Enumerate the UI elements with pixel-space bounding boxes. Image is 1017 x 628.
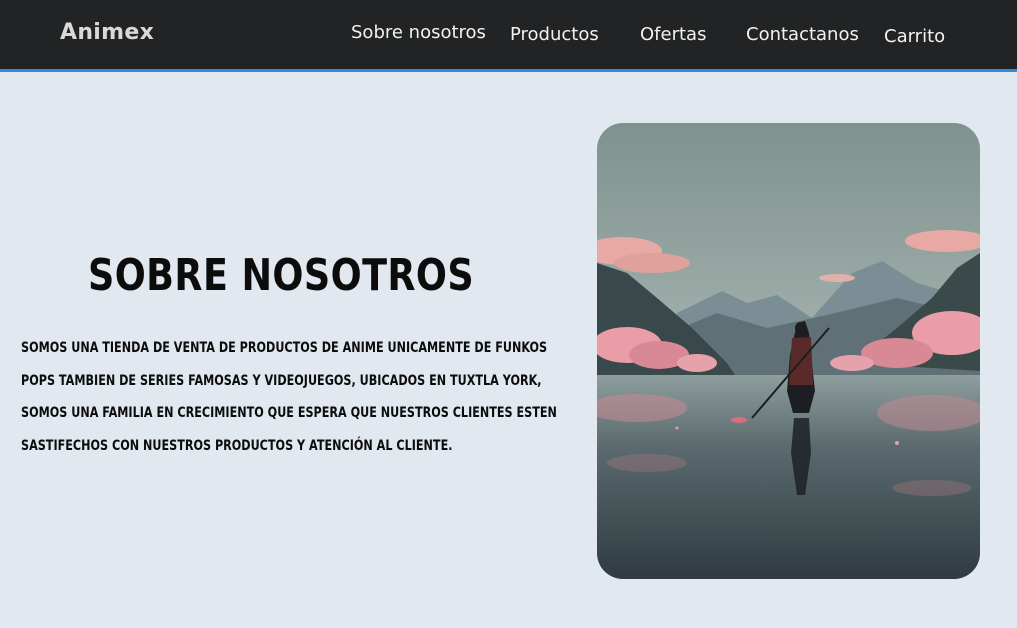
samurai-landscape-image [597,123,980,579]
about-description: SOMOS UNA TIENDA DE VENTA DE PRODUCTOS D… [21,340,557,454]
nav-link-productos[interactable]: Productos [510,24,599,45]
nav-link-sobre-nosotros[interactable]: Sobre nosotros [351,22,486,43]
navbar: Animex Sobre nosotros Productos Ofertas … [0,0,1017,72]
page-title: SOBRE NOSOTROS [88,250,475,301]
nav-link-carrito[interactable]: Carrito [884,26,945,47]
nav-link-contactanos[interactable]: Contactanos [746,24,859,45]
nav-link-ofertas[interactable]: Ofertas [640,24,706,45]
brand-logo[interactable]: Animex [60,20,154,45]
